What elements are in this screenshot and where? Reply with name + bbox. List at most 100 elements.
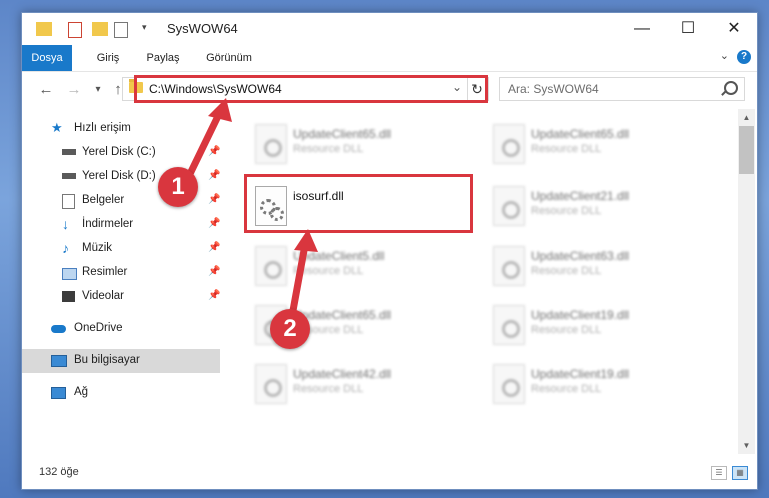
star-icon: ★ [51,120,63,135]
documents-icon [62,194,75,209]
file-description: Resource DLL [293,143,364,155]
file-item[interactable]: UpdateClient21.dll Resource DLL [483,183,713,239]
pin-icon[interactable]: 📌 [208,194,220,205]
pin-icon[interactable]: 📌 [208,290,220,301]
tab-dosya[interactable]: Dosya [22,45,72,71]
sidebar-item-label: Resimler [82,266,128,278]
properties-icon[interactable] [68,22,82,38]
recent-dropdown-icon[interactable]: ▾ [88,80,108,100]
tab-giris[interactable]: Giriş [88,45,128,71]
sidebar-item-network[interactable]: Ağ [22,381,220,405]
file-list: UpdateClient65.dll Resource DLL isosurf.… [237,109,738,454]
pin-icon[interactable]: 📌 [208,170,220,181]
file-name: UpdateClient42.dll [293,367,392,381]
drive-icon [62,149,76,155]
file-name: UpdateClient19.dll [531,367,630,381]
sidebar-item-label: Yerel Disk (D:) [82,170,156,182]
forward-arrow-icon[interactable]: → [64,80,84,100]
dll-file-icon [493,186,525,226]
address-highlight-box [134,75,488,103]
file-description: Resource DLL [531,324,602,336]
sidebar-item-music[interactable]: ♪ Müzik 📌 [22,237,220,261]
status-bar: 132 öğe ☰ ▦ [22,454,757,489]
tiles-view-icon[interactable]: ▦ [732,466,748,480]
sidebar-item-videos[interactable]: Videolar 📌 [22,285,220,309]
search-icon [724,81,738,95]
sidebar-item-label: Yerel Disk (C:) [82,146,156,158]
sidebar-item-label: Videolar [82,290,124,302]
file-item[interactable]: UpdateClient65.dll Resource DLL [245,121,475,177]
ribbon-tabs: Dosya Giriş Paylaş Görünüm ⌄ ? [22,45,757,72]
sidebar-item-label: OneDrive [74,322,123,334]
file-item[interactable]: UpdateClient42.dll Resource DLL [245,361,475,417]
pin-icon[interactable]: 📌 [208,146,220,157]
pin-icon[interactable]: 📌 [208,242,220,253]
sidebar-item-downloads[interactable]: ↓ İndirmeler 📌 [22,213,220,237]
minimize-button[interactable]: — [619,13,665,45]
sidebar-item-disk-c[interactable]: Yerel Disk (C:) 📌 [22,141,220,165]
dll-file-icon [255,246,287,286]
file-item[interactable]: UpdateClient5.dll Resource DLL [245,243,475,299]
pin-icon[interactable]: 📌 [208,218,220,229]
tab-gorunum[interactable]: Görünüm [198,45,260,71]
vertical-scrollbar[interactable]: ▲ ▼ [738,109,755,454]
file-item[interactable]: UpdateClient19.dll Resource DLL [483,302,713,358]
file-name: UpdateClient65.dll [531,127,630,141]
pin-icon[interactable]: 📌 [208,266,220,277]
network-icon [51,387,66,399]
computer-icon [51,355,67,367]
file-name: UpdateClient65.dll [293,127,392,141]
file-name: UpdateClient21.dll [531,189,630,203]
dll-file-icon [493,124,525,164]
sidebar-item-onedrive[interactable]: OneDrive [22,317,220,341]
help-icon[interactable]: ? [737,50,751,64]
window-title: SysWOW64 [167,21,238,36]
dll-file-icon [493,246,525,286]
search-input[interactable]: Ara: SysWOW64 [499,77,745,101]
dll-file-icon [493,364,525,404]
sidebar-item-label: Hızlı erişim [74,122,131,134]
sidebar-item-this-pc[interactable]: Bu bilgisayar [22,349,220,373]
new-folder-icon[interactable] [92,22,108,36]
sidebar-item-pictures[interactable]: Resimler 📌 [22,261,220,285]
file-description: Resource DLL [531,265,602,277]
scroll-thumb[interactable] [739,126,754,174]
sidebar-item-quick-access[interactable]: ★ Hızlı erişim [22,117,220,141]
scroll-up-icon[interactable]: ▲ [738,109,755,126]
file-item[interactable]: UpdateClient63.dll Resource DLL [483,243,713,299]
file-highlight-box [244,174,473,233]
sidebar-item-label: Müzik [82,242,113,254]
file-description: Resource DLL [531,205,602,217]
scroll-down-icon[interactable]: ▼ [738,437,755,454]
maximize-button[interactable]: ☐ [665,13,711,45]
cloud-icon [51,325,66,333]
title-bar: ▾ SysWOW64 — ☐ ✕ [22,13,757,45]
file-description: Resource DLL [293,265,364,277]
details-view-icon[interactable]: ☰ [711,466,727,480]
sidebar-item-label: Belgeler [82,194,125,206]
tab-paylas[interactable]: Paylaş [138,45,188,71]
dll-file-icon [493,305,525,345]
sidebar-item-label: Ağ [74,386,89,398]
sidebar-item-label: İndirmeler [82,218,134,230]
file-item[interactable]: UpdateClient19.dll Resource DLL [483,361,713,417]
search-placeholder: Ara: SysWOW64 [508,82,599,96]
customize-toolbar-icon[interactable] [114,22,128,38]
qat-dropdown-icon[interactable]: ▾ [142,22,158,36]
step-badge-2: 2 [270,309,310,349]
folder-icon[interactable] [36,22,52,36]
file-description: Resource DLL [531,383,602,395]
sidebar-item-label: Bu bilgisayar [74,354,140,366]
drive-icon [62,173,76,179]
music-icon: ♪ [62,240,69,256]
file-description: Resource DLL [531,143,602,155]
back-arrow-icon[interactable]: ← [36,80,56,100]
item-count: 132 öğe [39,466,79,478]
file-item[interactable]: UpdateClient65.dll Resource DLL [483,121,713,177]
close-button[interactable]: ✕ [711,13,757,45]
ribbon-expand-icon[interactable]: ⌄ [720,49,729,62]
step-badge-1: 1 [158,167,198,207]
videos-icon [62,291,75,302]
download-icon: ↓ [62,216,69,232]
pictures-icon [62,268,77,280]
